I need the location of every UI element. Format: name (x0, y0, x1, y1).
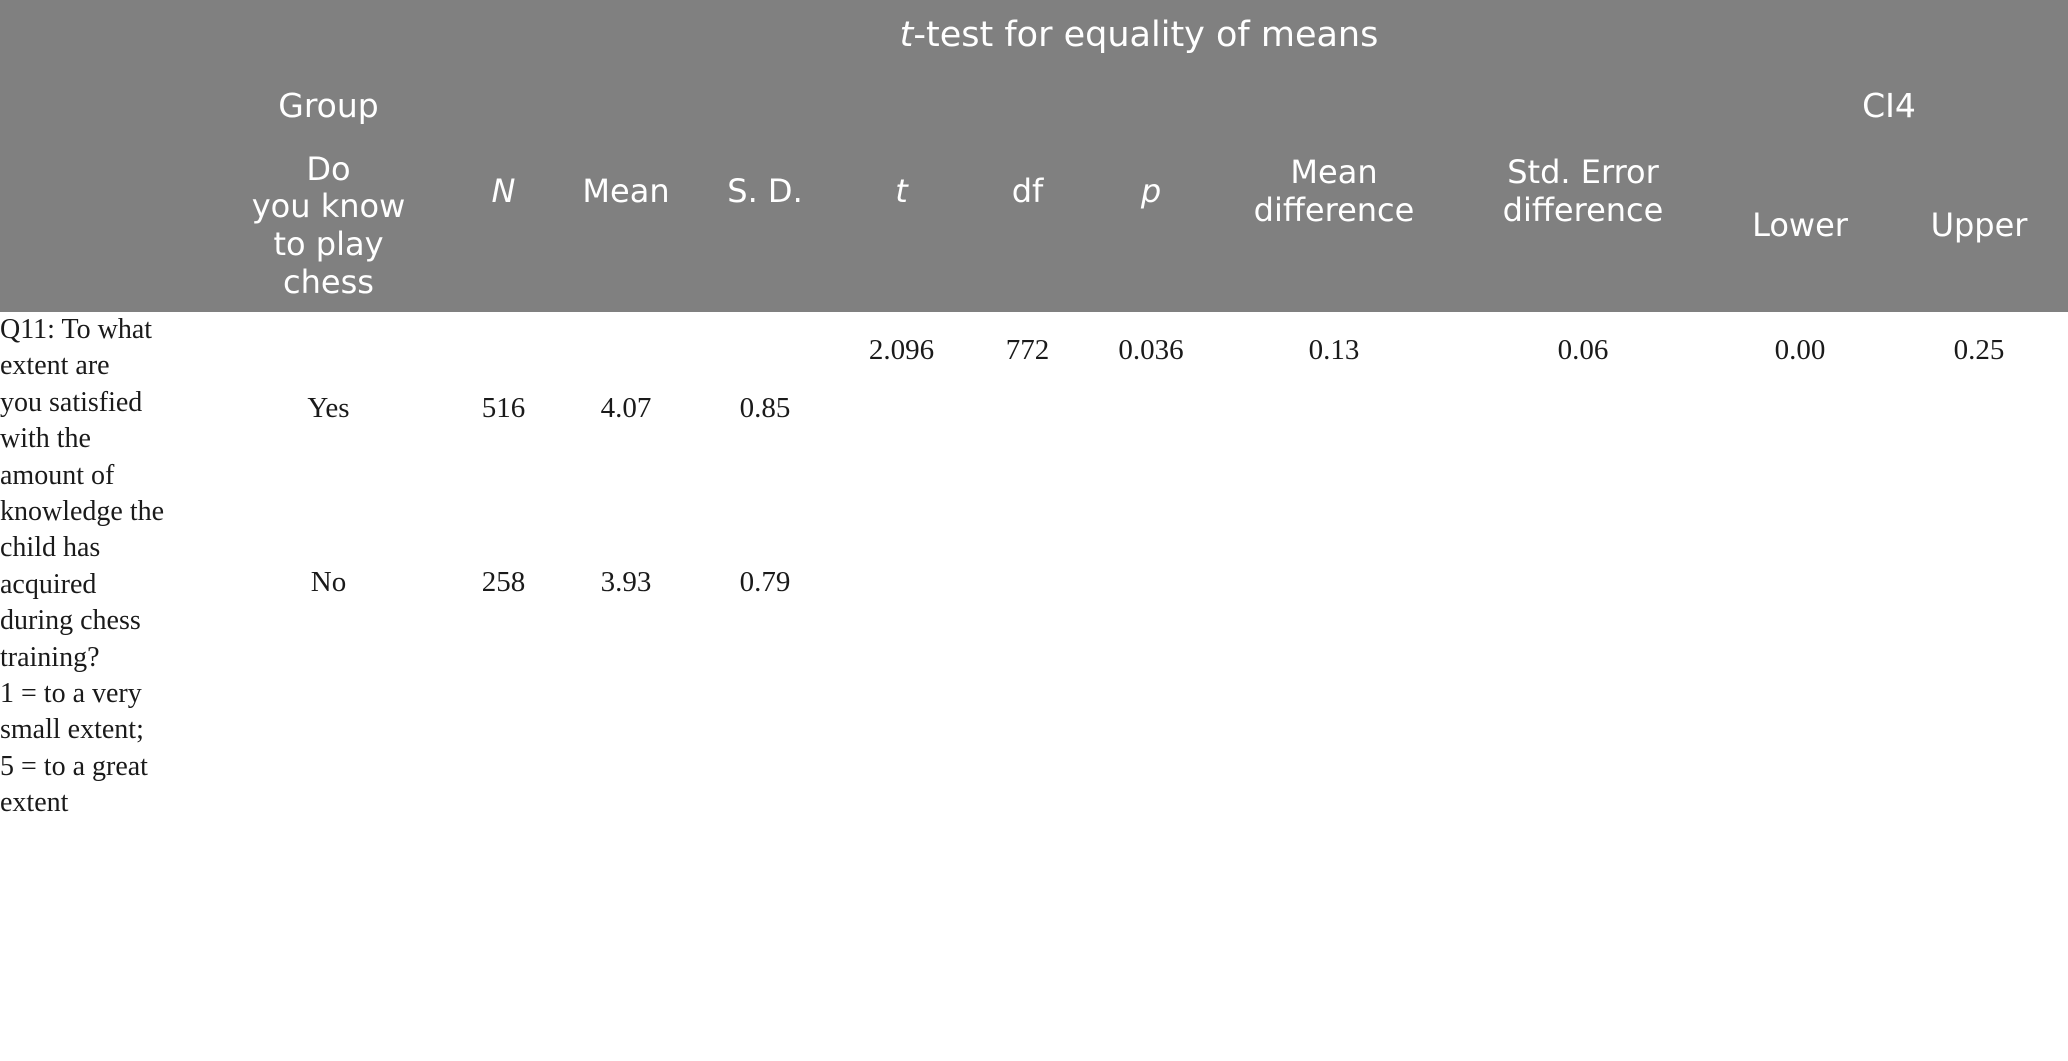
filler-cell-p (1090, 821, 1212, 1061)
question-line: with the (0, 423, 91, 455)
header-row-group-ci: Group N Mean S. D. t df p Mean differenc… (0, 72, 2068, 312)
cell-sd-empty (692, 659, 838, 822)
header-group-label: Group (210, 72, 447, 140)
question-line: amount of (0, 459, 115, 491)
header-group-question-line-4: chess (283, 262, 374, 301)
header-col-n: N (491, 172, 516, 211)
header-col-mean-difference: Mean difference (1212, 72, 1456, 312)
question-line: 1 = to a very (0, 677, 142, 709)
header-col-df: df (965, 72, 1090, 312)
filler-cell-ci-upper (1890, 821, 2068, 1061)
header-std-error-difference-line-1: Std. Error (1507, 153, 1659, 192)
cell-p-value: 0.036 (1090, 312, 1212, 822)
header-title-symbol-t: t (899, 15, 914, 56)
header-col-t: t (838, 72, 965, 312)
cell-df-value: 772 (965, 312, 1090, 822)
header-corner-blank (0, 0, 210, 312)
cell-n-no: 258 (447, 505, 560, 660)
filler-cell-mean-difference (1212, 821, 1456, 1061)
table-header: t-test for equality of means Group N Mea… (0, 0, 2068, 312)
table-row-filler (0, 821, 2068, 1061)
cell-std-error-difference-value: 0.06 (1456, 312, 1710, 822)
cell-mean-yes: 4.07 (560, 312, 692, 506)
cell-sd-yes: 0.85 (692, 312, 838, 506)
header-mean-difference-line-2: difference (1253, 191, 1415, 229)
cell-mean-no: 3.93 (560, 505, 692, 660)
cell-n-yes: 516 (447, 312, 560, 506)
question-line: child has (0, 532, 101, 564)
header-title-rest: -test for equality of means (913, 15, 1379, 56)
header-col-p-symbol: p (1140, 172, 1162, 211)
header-col-std-error-difference: Std. Error difference (1456, 72, 1710, 312)
question-line: acquired (0, 568, 97, 600)
cell-sd-no: 0.79 (692, 505, 838, 660)
header-col-sd: S. D. (692, 72, 838, 312)
header-n-cell: N (447, 72, 560, 312)
header-group-question-line-2: you know (251, 187, 406, 226)
cell-mean-difference-value: 0.13 (1212, 312, 1456, 822)
cell-ci-lower-value: 0.00 (1710, 312, 1890, 822)
header-row-title: t-test for equality of means (0, 0, 2068, 312)
filler-cell-t (838, 821, 965, 1061)
cell-group-no: No (210, 505, 447, 660)
question-line: extent are (0, 350, 110, 382)
header-col-ci-lower: Lower (1710, 140, 1890, 312)
question-line: Q11: To what (0, 314, 153, 345)
question-line: small extent; (0, 714, 144, 746)
header-col-mean: Mean (560, 72, 692, 312)
cell-group-empty (210, 659, 447, 822)
cell-mean-empty (560, 659, 692, 822)
filler-cell-n (447, 821, 560, 1061)
t-test-results-table: t-test for equality of means Group N Mea… (0, 0, 2068, 1061)
filler-cell-ci-lower (1710, 821, 1890, 1061)
header-col-t-symbol: t (895, 172, 908, 211)
filler-cell-sd (692, 821, 838, 1061)
filler-cell-std-error-difference (1456, 821, 1710, 1061)
question-line: 5 = to a great (0, 750, 148, 782)
cell-ci-upper-value: 0.25 (1890, 312, 2068, 822)
question-line: extent (0, 787, 69, 819)
table-body: Q11: To what extent are you satisfied wi… (0, 312, 2068, 1061)
filler-cell-df (965, 821, 1090, 1061)
header-title-ttest: t-test for equality of means (210, 0, 2068, 72)
table-row: Q11: To what extent are you satisfied wi… (0, 312, 2068, 1061)
row-question-label: Q11: To what extent are you satisfied wi… (0, 312, 210, 1061)
cell-n-empty (447, 659, 560, 822)
header-group-question-line-3: to play (273, 225, 384, 263)
header-mean-difference-line-1: Mean (1290, 153, 1378, 192)
question-line: training? (0, 641, 100, 673)
filler-cell-group (210, 821, 447, 1061)
question-line: during chess (0, 605, 141, 637)
question-line: knowledge the (0, 495, 165, 527)
header-ci-label: CI4 (1710, 72, 2068, 140)
filler-cell-mean (560, 821, 692, 1061)
header-group-question-line-1: Do (306, 149, 351, 188)
cell-group-yes: Yes (210, 312, 447, 506)
header-col-group-question: Do you know to play chess (210, 140, 447, 312)
header-col-p: p (1090, 72, 1212, 312)
question-line: you satisfied (0, 386, 143, 418)
cell-t-value: 2.096 (838, 312, 965, 822)
header-std-error-difference-line-2: difference (1502, 191, 1664, 229)
header-col-ci-upper: Upper (1890, 140, 2068, 312)
